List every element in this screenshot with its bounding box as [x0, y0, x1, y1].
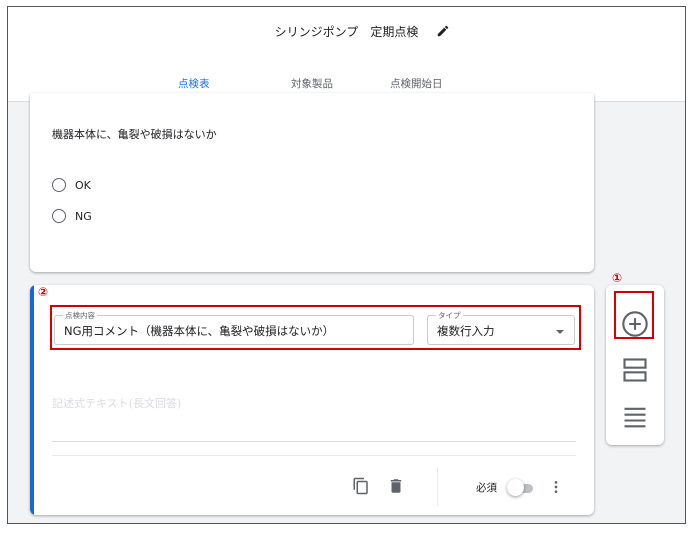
option-label: OK	[75, 178, 91, 192]
annotation-marker-1: ①	[612, 271, 623, 285]
annotation-box-2	[50, 305, 581, 350]
footer-vertical-divider	[437, 468, 438, 506]
copy-icon[interactable]	[352, 477, 370, 495]
option-ok[interactable]: OK	[52, 177, 91, 193]
tab-inspection-start-date[interactable]: 点検開始日	[390, 76, 443, 91]
annotation-marker-2: ②	[38, 285, 49, 299]
answer-underline	[52, 441, 576, 442]
title-row: シリンジポンプ 定期点検	[8, 7, 685, 57]
tab-target-products[interactable]: 対象製品	[291, 76, 333, 91]
radio-button[interactable]	[52, 178, 66, 192]
answer-placeholder: 記述式テキスト(長文回答)	[52, 397, 182, 410]
header: シリンジポンプ 定期点検 点検表 対象製品 点検開始日	[8, 7, 685, 102]
radio-button[interactable]	[52, 209, 66, 223]
edit-pencil-icon[interactable]	[436, 24, 450, 38]
app-window: シリンジポンプ 定期点検 点検表 対象製品 点検開始日 機器本体に、亀裂や破損は…	[7, 6, 686, 524]
question-title: 機器本体に、亀裂や破損はないか	[52, 128, 217, 141]
form-title: シリンジポンプ 定期点検	[274, 25, 419, 39]
add-section-icon[interactable]	[621, 356, 649, 384]
more-vert-icon[interactable]	[548, 478, 564, 496]
required-label: 必須	[476, 482, 497, 494]
delete-icon[interactable]	[387, 477, 405, 495]
annotation-box-1	[614, 291, 654, 339]
option-ng[interactable]: NG	[52, 208, 92, 224]
question-card[interactable]: 機器本体に、亀裂や破損はないか OK NG	[30, 93, 594, 272]
active-card-accent	[30, 285, 34, 515]
add-text-icon[interactable]	[621, 403, 649, 431]
option-label: NG	[75, 209, 92, 223]
footer-divider	[52, 455, 576, 456]
required-toggle-thumb[interactable]	[507, 479, 524, 496]
tab-inspection-sheet[interactable]: 点検表	[178, 76, 210, 91]
